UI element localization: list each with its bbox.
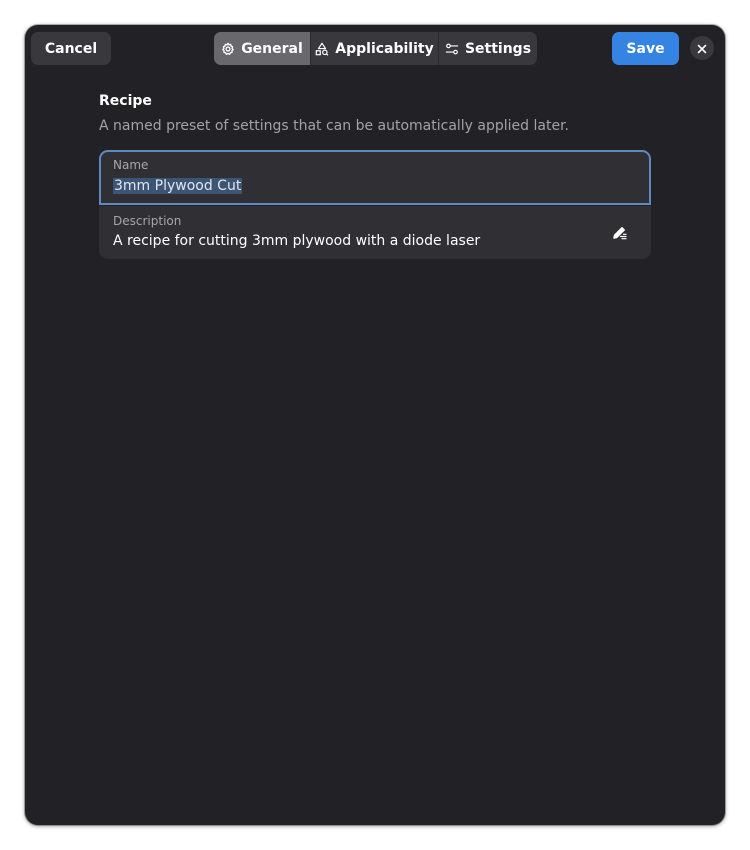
tab-general-label: General	[241, 40, 303, 57]
cancel-button[interactable]: Cancel	[31, 32, 111, 65]
tab-settings-label: Settings	[464, 40, 532, 57]
recipe-fields: Name 3mm Plywood Cut Description A recip…	[99, 150, 651, 259]
name-field[interactable]: 3mm Plywood Cut	[113, 177, 243, 195]
close-button[interactable]	[690, 36, 714, 60]
tab-settings[interactable]: Settings	[438, 32, 537, 65]
description-label: Description	[113, 214, 182, 228]
name-entry-row[interactable]: Name 3mm Plywood Cut	[99, 150, 651, 205]
section-subtitle: A named preset of settings that can be a…	[99, 118, 569, 134]
close-icon	[697, 39, 707, 58]
gear-icon	[221, 42, 235, 56]
recipe-form: Recipe A named preset of settings that c…	[99, 91, 651, 259]
section-title: Recipe	[99, 93, 152, 109]
tab-applicability-label: Applicability	[335, 40, 434, 57]
shapes-icon	[315, 42, 329, 56]
description-value: A recipe for cutting 3mm plywood with a …	[113, 233, 481, 249]
view-switcher: General Applicability Settings	[214, 32, 537, 65]
tab-general[interactable]: General	[214, 32, 310, 65]
sliders-icon	[445, 42, 459, 56]
recipe-dialog: Cancel General Applicability Settings Sa…	[25, 25, 725, 825]
tab-applicability[interactable]: Applicability	[310, 32, 438, 65]
name-value: 3mm Plywood Cut	[113, 178, 243, 194]
save-button[interactable]: Save	[612, 32, 679, 65]
description-row[interactable]: Description A recipe for cutting 3mm ply…	[99, 205, 651, 259]
edit-icon[interactable]	[611, 224, 629, 242]
name-label: Name	[113, 158, 149, 172]
header-bar: Cancel General Applicability Settings Sa…	[25, 25, 725, 71]
